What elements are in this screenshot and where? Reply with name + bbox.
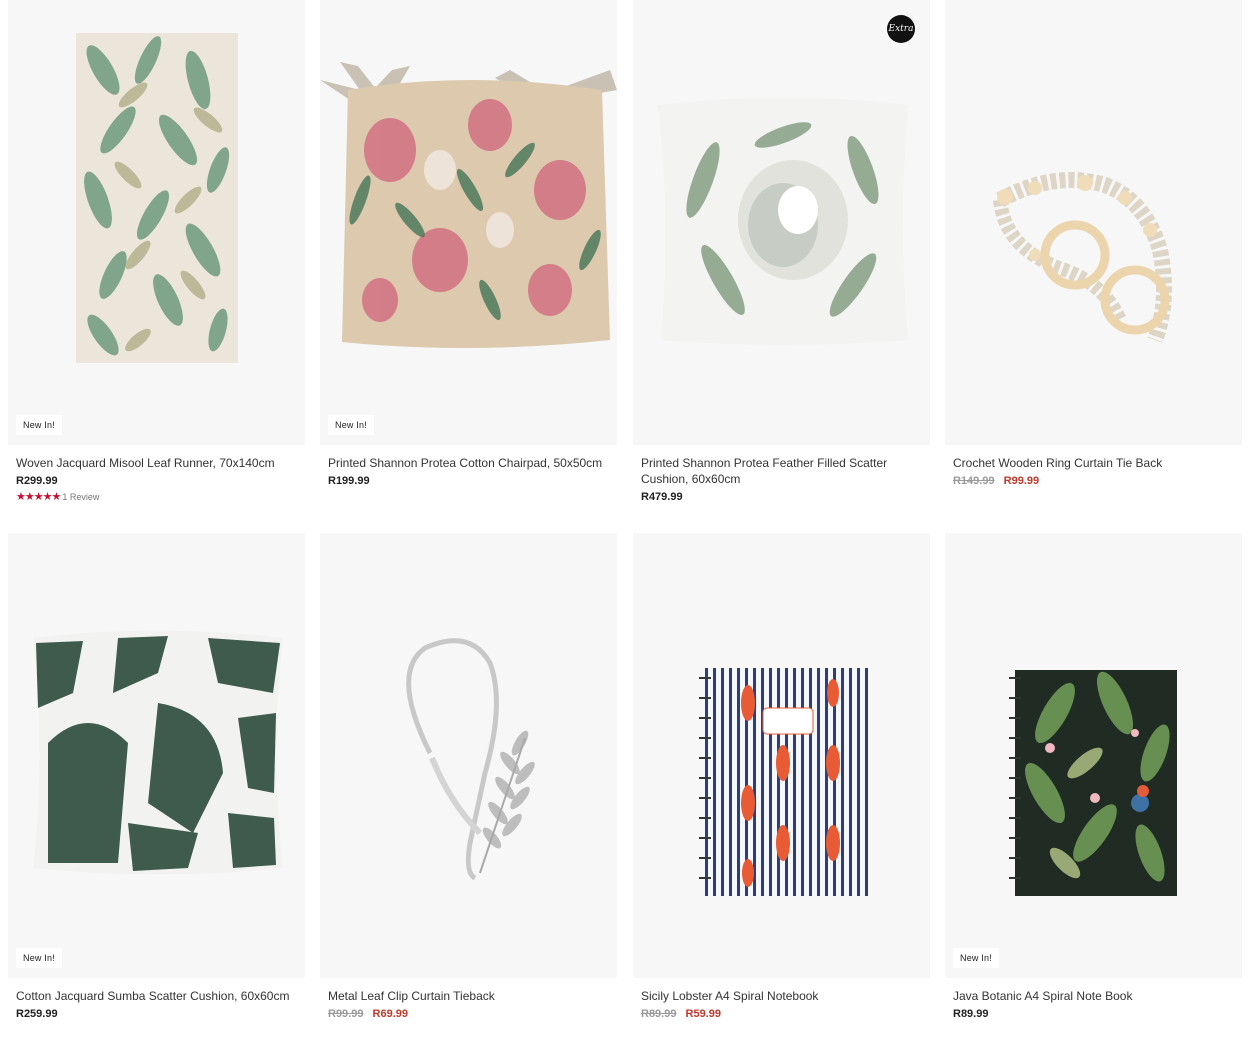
review-count: 1 Review [62,491,100,502]
product-price-row: R89.99 R59.99 [641,1008,922,1020]
product-title[interactable]: Java Botanic A4 Spiral Note Book [953,988,1234,1004]
product-card[interactable]: Crochet Wooden Ring Curtain Tie Back R14… [945,0,1242,487]
product-title[interactable]: Printed Shannon Protea Feather Filled Sc… [641,455,922,487]
product-card[interactable]: New In! Printed Shannon Protea Cotton Ch… [320,0,617,487]
product-card[interactable]: New In! Woven Jacquard Misool Leaf Runne… [8,0,305,503]
product-price-row: R149.99 R99.99 [953,475,1234,487]
product-image-botanic-notebook[interactable]: New In! [945,533,1242,978]
product-price: R299.99 [16,475,58,487]
new-in-badge: New In! [953,948,999,968]
product-card[interactable]: Metal Leaf Clip Curtain Tieback R99.99 R… [320,533,617,1020]
original-price: R149.99 [953,475,995,487]
product-price-row: R259.99 [16,1008,297,1020]
product-price: R259.99 [16,1008,58,1020]
product-title[interactable]: Crochet Wooden Ring Curtain Tie Back [953,455,1234,471]
product-image-protea-cushion[interactable]: Extra [633,0,930,445]
product-price-row: R479.99 [641,491,922,503]
new-in-badge: New In! [16,948,62,968]
product-price-row: R99.99 R69.99 [328,1008,609,1020]
product-card[interactable]: New In! Cotton Jacquard Sumba Scatter Cu… [8,533,305,1020]
product-price: R199.99 [328,475,370,487]
product-price-row: R199.99 [328,475,609,487]
extra-brand-logo: Extra [887,15,915,43]
product-image-metal-leaf-tieback[interactable] [320,533,617,978]
product-title[interactable]: Metal Leaf Clip Curtain Tieback [328,988,609,1004]
product-title[interactable]: Sicily Lobster A4 Spiral Notebook [641,988,922,1004]
product-image-leaf-runner[interactable]: New In! [8,0,305,445]
product-rating[interactable]: ★★★★★ 1 Review [16,490,297,503]
sale-price: R99.99 [1003,475,1040,487]
product-card[interactable]: New In! Java Botanic A4 Spiral Note Book… [945,533,1242,1020]
sale-price: R69.99 [372,1008,409,1020]
original-price: R99.99 [328,1008,364,1020]
product-price: R479.99 [641,491,683,503]
product-title[interactable]: Printed Shannon Protea Cotton Chairpad, … [328,455,609,471]
product-price: R89.99 [953,1008,989,1020]
product-price-row: R89.99 [953,1008,1234,1020]
original-price: R89.99 [641,1008,677,1020]
product-title[interactable]: Woven Jacquard Misool Leaf Runner, 70x14… [16,455,297,471]
product-image-sumba-cushion[interactable]: New In! [8,533,305,978]
product-card[interactable]: Extra Printed Shannon Protea Feather Fil… [633,0,930,503]
new-in-badge: New In! [328,415,374,435]
product-title[interactable]: Cotton Jacquard Sumba Scatter Cushion, 6… [16,988,297,1004]
new-in-badge: New In! [16,415,62,435]
product-image-lobster-notebook[interactable] [633,533,930,978]
product-image-protea-chairpad[interactable]: New In! [320,0,617,445]
product-price-row: R299.99 [16,475,297,487]
sale-price: R59.99 [685,1008,722,1020]
product-card[interactable]: Sicily Lobster A4 Spiral Notebook R89.99… [633,533,930,1020]
product-image-curtain-tieback[interactable] [945,0,1242,445]
star-rating-icons: ★★★★★ [16,491,61,503]
